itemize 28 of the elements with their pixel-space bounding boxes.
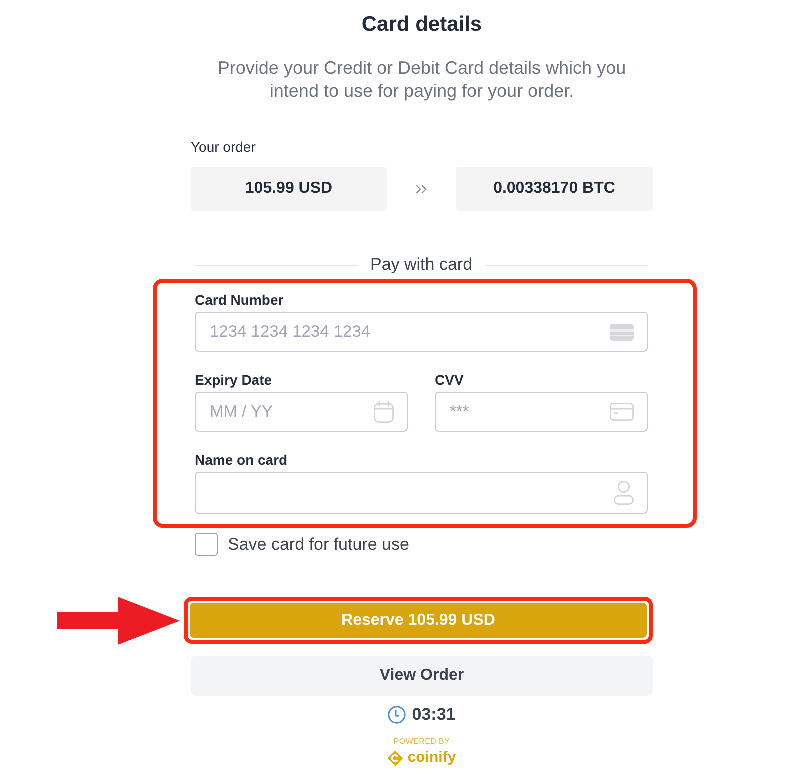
view-order-button[interactable]: View Order [191, 656, 653, 696]
card-number-field[interactable]: 1234 1234 1234 1234 [195, 312, 648, 352]
powered-by-label: POWERED BY [394, 737, 450, 747]
fiat-amount: 105.99 USD [191, 167, 387, 211]
section-label: Your order [191, 139, 256, 155]
divider-label: Pay with card [370, 255, 473, 275]
reserve-button[interactable]: Reserve 105.99 USD [190, 603, 647, 638]
expiry-date-field[interactable]: MM / YY [195, 392, 408, 432]
brand-logo-icon [388, 750, 403, 766]
field-label: Expiry Date [195, 372, 272, 388]
cvv-field[interactable]: *** [435, 392, 648, 432]
save-card-checkbox[interactable] [195, 533, 218, 556]
page-title: Card details [362, 12, 482, 38]
calendar-icon [374, 401, 394, 423]
person-icon [614, 481, 634, 505]
double-chevron-icon [416, 184, 427, 194]
brand-name: coinify [408, 749, 456, 767]
subtitle-text: Provide your Credit or Debit Card details which you intend to use for paying for your order. [216, 57, 628, 103]
countdown-timer: 03:31 [412, 706, 456, 724]
field-label: Name on card [195, 452, 288, 468]
credit-card-icon [610, 324, 634, 340]
credit-card-icon [610, 403, 634, 421]
field-label: Card Number [195, 292, 284, 308]
clock-icon [388, 706, 406, 724]
crypto-amount: 0.00338170 BTC [456, 167, 653, 211]
name-on-card-field[interactable] [195, 472, 648, 514]
checkbox-label: Save card for future use [228, 534, 410, 554]
field-label: CVV [435, 372, 464, 388]
